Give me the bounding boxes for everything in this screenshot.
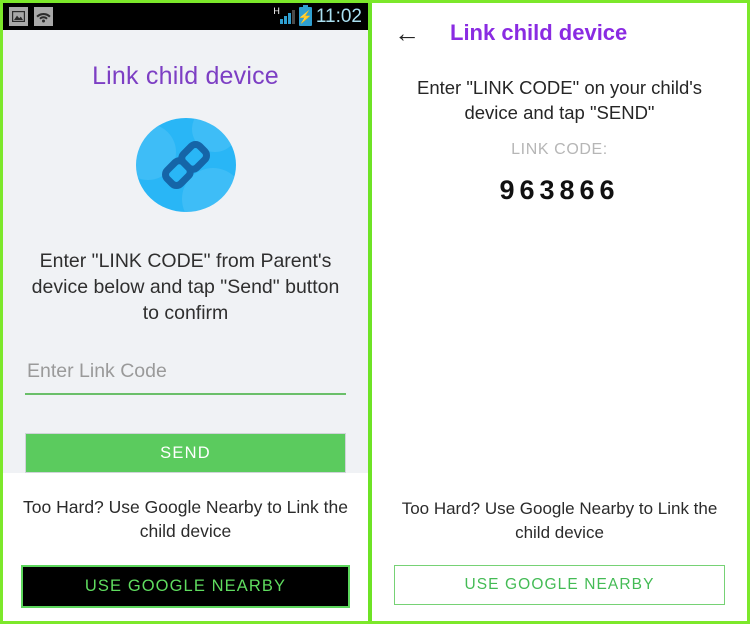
right-panel-spacer <box>394 206 725 497</box>
link-code-input-wrapper <box>25 358 346 396</box>
signal-bar-1 <box>279 18 283 24</box>
use-google-nearby-button[interactable]: USE GOOGLE NEARBY <box>21 565 350 608</box>
android-status-bar: H ⚡ 11:02 <box>3 3 368 30</box>
left-nearby-hint: Too Hard? Use Google Nearby to Link the … <box>23 497 348 541</box>
signal-bar-3 <box>287 12 291 24</box>
link-code-value: 963866 <box>499 175 620 205</box>
signal-bar-2 <box>283 15 287 24</box>
left-instruction-text: Enter "LINK CODE" from Parent's device b… <box>31 250 340 325</box>
screenshot-root: H ⚡ 11:02 Link child device Enter "LINK … <box>0 0 750 624</box>
network-type-label: H <box>273 5 280 16</box>
left-page-title: Link child device <box>92 62 279 90</box>
right-phone-panel: ← Link child device Enter "LINK CODE" on… <box>372 3 747 621</box>
status-bar-right-icons: H ⚡ 11:02 <box>273 5 362 27</box>
signal-bars <box>279 9 295 24</box>
back-arrow-icon[interactable]: ← <box>394 20 428 46</box>
status-bar-left-icons <box>9 7 53 26</box>
chain-glyph <box>161 141 210 190</box>
image-icon <box>9 7 28 26</box>
status-bar-clock: 11:02 <box>315 6 362 27</box>
right-instruction-text: Enter "LINK CODE" on your child's device… <box>416 77 703 123</box>
right-nearby-hint: Too Hard? Use Google Nearby to Link the … <box>401 499 718 542</box>
battery-charging-icon: ⚡ <box>297 5 313 26</box>
chain-link-icon <box>135 118 236 213</box>
signal-bar-4 <box>291 9 295 24</box>
use-google-nearby-button-right[interactable]: USE GOOGLE NEARBY <box>394 565 725 605</box>
link-code-label: LINK CODE: <box>511 141 608 158</box>
right-app-bar: ← Link child device <box>394 3 725 63</box>
wifi-icon <box>34 7 53 26</box>
left-panel-lower-section: Too Hard? Use Google Nearby to Link the … <box>3 473 368 621</box>
send-button[interactable]: SEND <box>25 433 346 473</box>
left-panel-upper-section: Link child device Enter "LINK CODE" from… <box>3 30 368 473</box>
signal-icon: H <box>273 5 295 24</box>
left-phone-panel: H ⚡ 11:02 Link child device Enter "LINK … <box>3 3 372 621</box>
right-page-title: Link child device <box>450 20 628 45</box>
link-code-input[interactable] <box>25 358 346 388</box>
bolt-glyph: ⚡ <box>297 9 313 24</box>
